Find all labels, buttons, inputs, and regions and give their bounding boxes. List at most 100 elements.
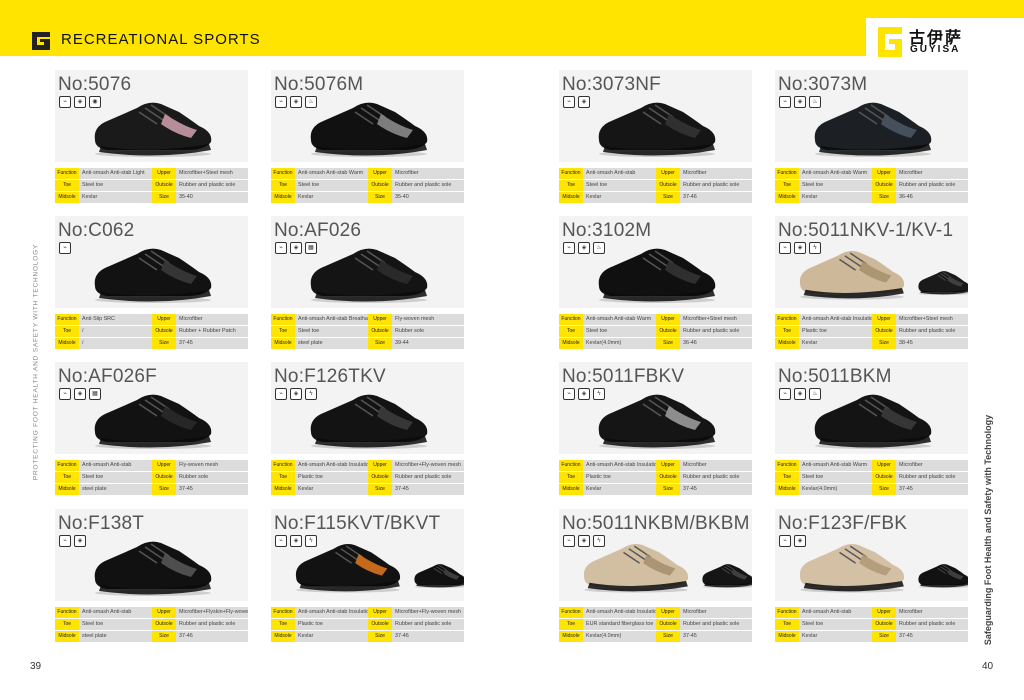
spec-row: Toe Steel toe Outsole Rubber and plastic so…	[55, 180, 248, 191]
midsole-value: steel plate	[79, 631, 152, 642]
midsole-label: Midsole	[271, 631, 295, 642]
product-image: No:3102M ⌁ ◈ ♨	[559, 216, 752, 308]
product-card: No:5011FBKV ⌁ ◈ ϟ Function Anti-smash Anti-st…	[559, 362, 752, 495]
shield-icon: ◈	[74, 96, 86, 108]
upper-label: Upper	[872, 314, 896, 325]
midsole-value: Kevlar	[799, 631, 872, 642]
upper-label: Upper	[872, 168, 896, 179]
shield-icon: ◈	[578, 96, 590, 108]
upper-value: Microfiber	[680, 607, 752, 618]
midsole-value: Kevlar	[295, 631, 368, 642]
page-number-right: 40	[982, 661, 994, 672]
spec-row: Toe EUR standard fiberglass toe Outsole Rub…	[559, 619, 752, 630]
function-label: Function	[271, 314, 295, 325]
midsole-value: Kevlar	[79, 192, 152, 203]
upper-label: Upper	[368, 460, 392, 471]
product-card: No:AF026 ⌁ ◈ ▦ Function Anti-smash Anti-stab …	[271, 216, 464, 349]
spec-row: Function Anti-smash Anti-stab Upper Fly-wov…	[55, 460, 248, 471]
toe-value: Steel toe	[583, 326, 656, 337]
spec-row: Function Anti-Slip SRC Upper Microfiber	[55, 314, 248, 325]
outsole-label: Outsole	[368, 326, 392, 337]
outsole-label: Outsole	[368, 619, 392, 630]
bolt-icon: ϟ	[305, 535, 317, 547]
outsole-value: Rubber and plastic sole	[680, 619, 752, 630]
shoe-image	[807, 90, 939, 160]
toe-value: Steel toe	[799, 180, 872, 191]
spec-table: FunctionAnti-smash Anti-stab Insulation …	[775, 314, 968, 350]
product-number: No:F126TKV	[274, 366, 386, 387]
upper-label: Upper	[656, 314, 680, 325]
toe-value: Plastic toe	[799, 326, 872, 337]
spec-table: FunctionAnti-smash Anti-stab Insulation …	[271, 460, 464, 496]
function-label: Function	[271, 460, 295, 471]
feature-icons: ⌁ ◈ ϟ	[779, 242, 821, 254]
size-label: Size	[368, 631, 392, 642]
midsole-value: Kevlar	[799, 192, 872, 203]
function-label: Function	[775, 168, 799, 179]
product-number: No:5076	[58, 74, 132, 95]
size-label: Size	[368, 338, 392, 349]
toe-label: Toe	[55, 326, 79, 337]
shield-icon: ◈	[794, 242, 806, 254]
upper-label: Upper	[368, 607, 392, 618]
product-number: No:AF026F	[58, 366, 157, 387]
spec-table: Function Anti-smash Anti-stab Warm Upper Mi…	[775, 460, 968, 496]
size-value: 37-46	[680, 192, 752, 203]
midsole-value: Kevlar	[583, 484, 656, 495]
spec-row: Toe Steel toe Outsole Rubber and plastic so…	[775, 619, 968, 630]
midsole-label: Midsole	[775, 192, 799, 203]
toe-value: Plastic toe	[295, 619, 368, 630]
function-value: Anti-smash Anti-stab Warm	[799, 168, 872, 179]
midsole-label: Midsole	[55, 338, 79, 349]
spec-row: Function Anti-smash Anti-stab Warm Upper Mi…	[559, 314, 752, 325]
product-image: No:5076 ⌁ ◈ ◉	[55, 70, 248, 162]
outsole-value: Rubber and plastic sole	[176, 619, 248, 630]
walk-icon: ⌁	[563, 242, 575, 254]
upper-value: Microfiber+Steel mesh	[680, 314, 752, 325]
upper-value: Microfiber+Fly-woven mesh	[392, 607, 464, 618]
size-value: 36-46	[896, 192, 968, 203]
walk-icon: ⌁	[563, 388, 575, 400]
second-shoe-image	[915, 264, 968, 298]
shoe-image	[303, 90, 435, 160]
product-card: No:5076 ⌁ ◈ ◉ Function Anti-smash Anti-stab L…	[55, 70, 248, 203]
logo-english-name: GUYISA	[910, 44, 961, 55]
toe-label: Toe	[775, 472, 799, 483]
shield-icon: ◈	[578, 535, 590, 547]
product-card: No:F115KVT/BKVT ⌁ ◈ ϟ Function Anti-smash Ant…	[271, 509, 464, 642]
product-number: No:5076M	[274, 74, 364, 95]
upper-value: Microfiber+Steel mesh	[896, 314, 968, 325]
size-value: 39-44	[392, 338, 464, 349]
spec-row: Midsole Kevlar(4.0mm) Size 37-45	[559, 631, 752, 642]
product-image: No:F123F/FBK ⌁ ◈	[775, 509, 968, 601]
walk-icon: ⌁	[275, 388, 287, 400]
feature-icons: ⌁ ◈	[779, 535, 806, 547]
outsole-label: Outsole	[152, 326, 176, 337]
function-value: Anti-smash Anti-stab Insulation 10KV	[295, 460, 368, 471]
spec-row: FunctionAnti-smash Anti-stab Insulation …	[559, 460, 752, 471]
spec-row: Toe Steel toe Outsole Rubber and plastic so…	[559, 326, 752, 337]
logo-g-icon	[878, 27, 902, 57]
flame-icon: ♨	[809, 96, 821, 108]
size-value: 37-46	[392, 631, 464, 642]
spec-row: Toe Steel toe Outsole Rubber and plastic so…	[559, 180, 752, 191]
midsole-value: Kevlar	[295, 484, 368, 495]
outsole-label: Outsole	[656, 180, 680, 191]
product-card: No:5011NKV-1/KV-1 ⌁ ◈ ϟ Function Anti-smash A…	[775, 216, 968, 350]
product-card: No:AF026F ⌁ ◈ ▦ Function Anti-smash Anti-stab…	[55, 362, 248, 495]
toe-label: Toe	[271, 326, 295, 337]
shoe-image	[807, 382, 939, 452]
drop-icon: ◉	[89, 96, 101, 108]
upper-label: Upper	[656, 607, 680, 618]
outsole-value: Rubber and plastic sole	[680, 326, 752, 337]
walk-icon: ⌁	[275, 96, 287, 108]
toe-value: EUR standard fiberglass toe	[583, 619, 656, 630]
feature-icons: ⌁ ◈ ▦	[275, 242, 317, 254]
spec-row: Function Anti-smash Anti-stab Warm Upper Mi…	[271, 168, 464, 179]
walk-icon: ⌁	[779, 388, 791, 400]
midsole-value: Kevlar(4.0mm)	[583, 338, 656, 349]
product-number: No:F138T	[58, 513, 145, 534]
midsole-value: steel plate	[295, 338, 368, 349]
upper-label: Upper	[368, 314, 392, 325]
walk-icon: ⌁	[59, 96, 71, 108]
